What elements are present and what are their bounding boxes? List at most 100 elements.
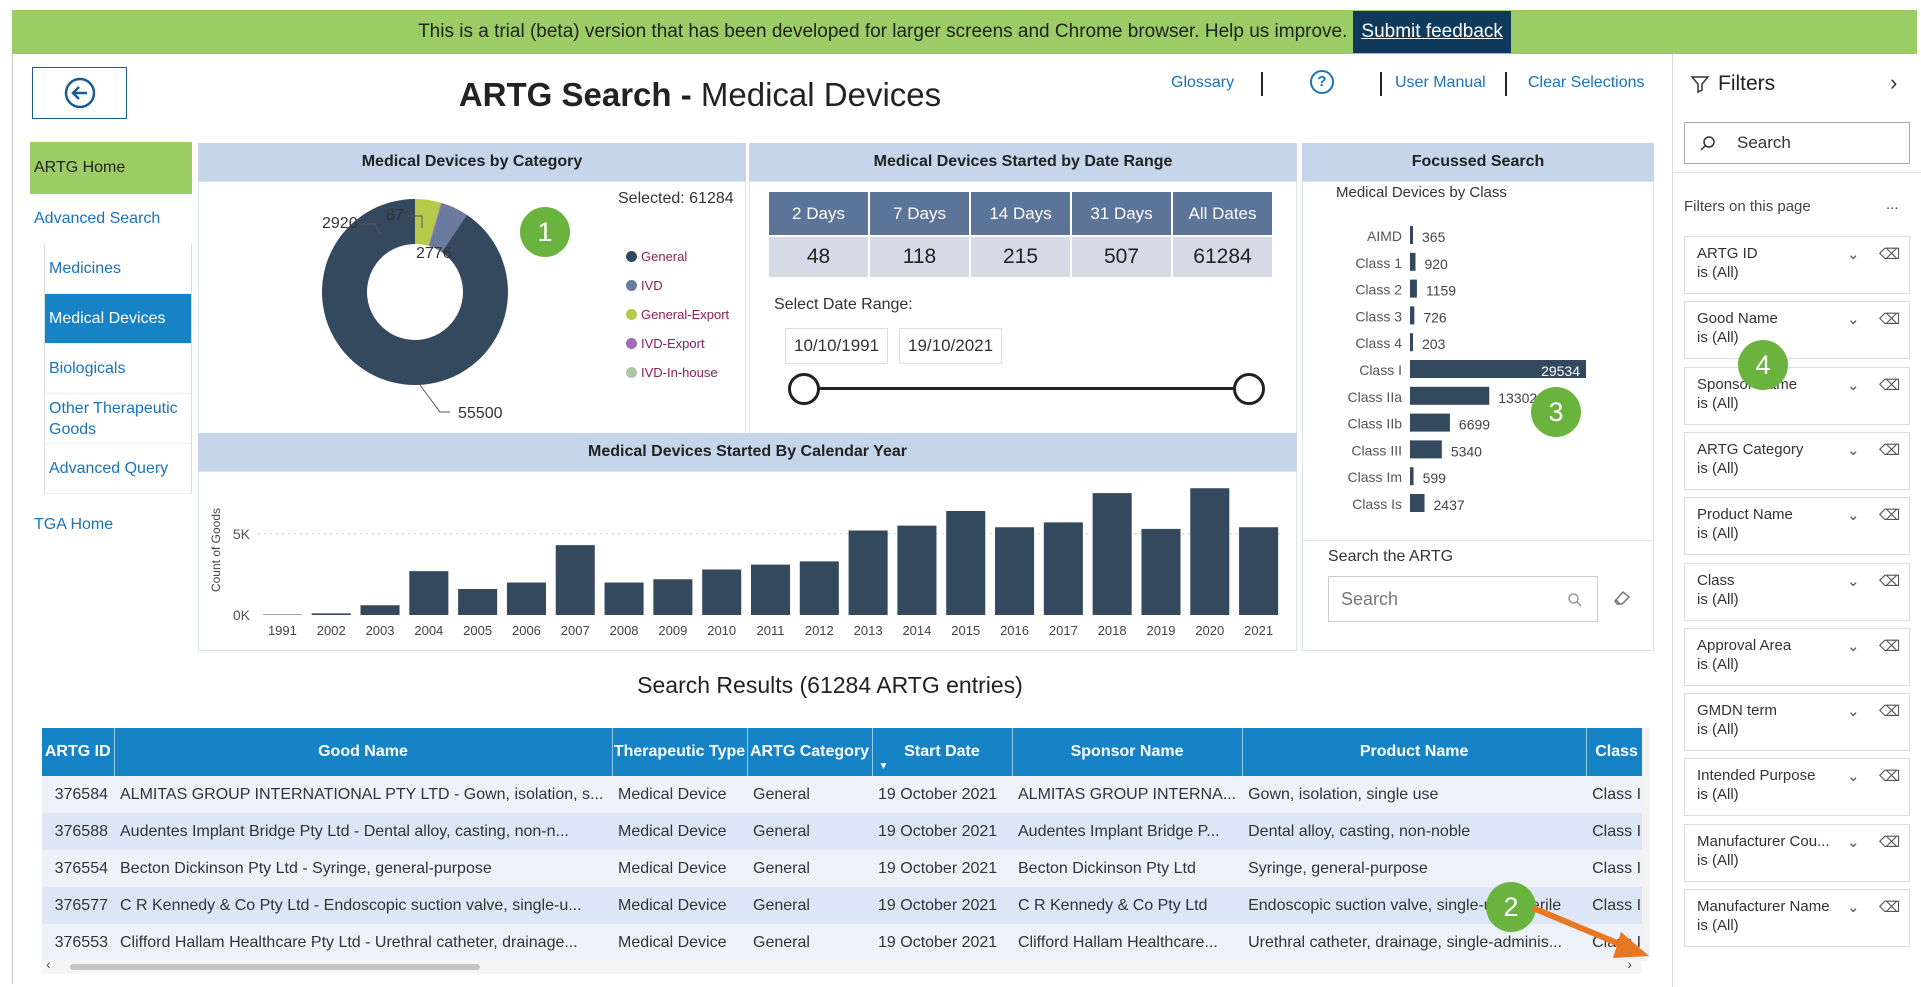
eraser-icon[interactable]: ⌫ [1879,376,1900,394]
table-row[interactable]: 376554 Becton Dickinson Pty Ltd - Syringe… [42,850,1648,887]
eraser-icon[interactable]: ⌫ [1879,441,1900,459]
table-row[interactable]: 376553 Clifford Hallam Healthcare Pty Ltd… [42,924,1648,961]
nav-medicines[interactable]: Medicines [45,244,191,294]
filter-card-manufacturer-name[interactable]: Manufacturer Name is (All) ⌄ ⌫ [1684,889,1910,947]
nav-other-therapeutic-goods[interactable]: Other Therapeutic Goods [45,394,191,444]
scroll-left-icon[interactable]: ‹ [46,956,51,972]
date-header-all-dates[interactable]: All Dates [1173,192,1272,235]
column-header[interactable]: Therapeutic Type [612,728,748,776]
chevron-down-icon[interactable]: ⌄ [1847,833,1860,851]
filter-name: Good Name [1697,310,1778,328]
nav-biologicals[interactable]: Biologicals [45,344,191,394]
eraser-icon[interactable]: ⌫ [1879,637,1900,655]
filter-card-approval-area[interactable]: Approval Area is (All) ⌄ ⌫ [1684,627,1910,686]
column-header[interactable]: ARTG ID [42,728,115,776]
chevron-down-icon[interactable]: ⌄ [1847,637,1860,655]
eraser-icon[interactable]: ⌫ [1879,767,1900,785]
help-icon[interactable]: ? [1310,70,1334,94]
date-header-14-days[interactable]: 14 Days [971,192,1070,235]
nav-tga-home[interactable]: TGA Home [30,500,113,550]
filter-card-gmdn-term[interactable]: GMDN term is (All) ⌄ ⌫ [1684,693,1910,752]
column-header[interactable]: Sponsor Name [1012,728,1243,776]
date-slider-end-handle[interactable] [1233,373,1265,405]
x-tick-label: 2020 [1195,623,1224,638]
date-slider-track[interactable] [803,387,1249,390]
annotation-badge-3: 3 [1531,387,1581,437]
page-title: ARTG Search - Medical Devices [420,76,980,114]
table-cell: Dental alloy, casting, non-noble [1242,813,1587,850]
back-button[interactable] [32,67,127,119]
legend-item-ivd[interactable]: IVD [626,271,729,300]
legend-label: General-Export [641,307,730,322]
filter-card-artg-category[interactable]: ARTG Category is (All) ⌄ ⌫ [1684,431,1910,490]
eraser-icon[interactable]: ⌫ [1879,833,1900,851]
date-from-input[interactable]: 10/10/1991 [785,328,889,364]
filter-card-class[interactable]: Class is (All) ⌄ ⌫ [1684,562,1910,621]
filter-card-artg-id[interactable]: ARTG ID is (All) ⌄ ⌫ [1684,236,1910,294]
horizontal-scrollbar[interactable]: ‹ › [42,956,1642,974]
eraser-icon[interactable]: ⌫ [1879,898,1900,916]
date-panel-title: Medical Devices Started by Date Range [749,143,1297,181]
table-row[interactable]: 376588 Audentes Implant Bridge Pty Ltd - … [42,813,1648,850]
eraser-icon[interactable]: ⌫ [1879,310,1900,328]
legend-item-general[interactable]: General [626,242,729,271]
eraser-icon[interactable] [1612,588,1632,606]
year-bar-2012 [799,561,839,615]
eraser-icon[interactable]: ⌫ [1879,572,1900,590]
chevron-down-icon[interactable]: ⌄ [1847,506,1860,524]
nav-advanced-query[interactable]: Advanced Query [45,444,191,494]
submit-feedback-link[interactable]: Submit feedback [1353,11,1511,53]
class-value: 1159 [1426,283,1456,299]
date-header-31-days[interactable]: 31 Days [1072,192,1171,235]
filter-card-sponsor-name[interactable]: Sponsor Nameis (All)⌄⌫ [1684,366,1910,425]
user-manual-link[interactable]: User Manual [1395,74,1486,92]
filter-card-intended-purpose[interactable]: Intended Purpose is (All) ⌄ ⌫ [1684,758,1910,817]
chevron-down-icon[interactable]: ⌄ [1847,898,1860,916]
eraser-icon[interactable]: ⌫ [1879,506,1900,524]
legend-item-ivd-export[interactable]: IVD-Export [626,329,729,358]
filter-card-manufacturer-cou-[interactable]: Manufacturer Cou... is (All) ⌄ ⌫ [1684,823,1910,882]
horizontal-scrollbar-thumb[interactable] [70,964,480,970]
nav-advanced-search[interactable]: Advanced Search [30,194,192,244]
filter-card-product-name[interactable]: Product Name is (All) ⌄ ⌫ [1684,497,1910,556]
filter-card-good-name[interactable]: Good Name is (All) ⌄ ⌫ [1684,301,1910,360]
column-header[interactable]: ARTG Category [747,728,873,776]
chevron-down-icon[interactable]: ⌄ [1847,245,1860,263]
date-to-input[interactable]: 19/10/2021 [899,328,1003,364]
table-cell: C R Kennedy & Co Pty Ltd [1012,887,1243,924]
column-header[interactable]: Class [1586,728,1648,776]
chevron-down-icon[interactable]: ⌄ [1847,702,1860,720]
date-slider-start-handle[interactable] [788,373,820,405]
chevron-down-icon[interactable]: ⌄ [1847,441,1860,459]
legend-item-general-export[interactable]: General-Export [626,300,729,329]
nav-artg-home[interactable]: ARTG Home [30,142,192,194]
category-donut-chart[interactable]: 55500 2920 2776 87 [300,190,630,430]
year-bar-chart[interactable]: 0K 5K Count of Goods 1991 2002 2003 2004 2005 20… [198,475,1297,650]
legend-item-ivd-in-house[interactable]: IVD-In-house [626,358,729,387]
chevron-down-icon[interactable]: ⌄ [1847,310,1860,328]
column-header[interactable]: Good Name [114,728,613,776]
nav-medical-devices[interactable]: Medical Devices [45,294,191,344]
eraser-icon[interactable]: ⌫ [1879,702,1900,720]
clear-selections-link[interactable]: Clear Selections [1528,74,1645,92]
filter-search-input[interactable]: Search [1684,122,1910,164]
class-bar-class-is [1410,494,1425,512]
glossary-link[interactable]: Glossary [1171,74,1234,92]
collapse-chevron-icon[interactable]: › [1890,70,1897,96]
column-header[interactable]: Product Name [1242,728,1587,776]
table-row[interactable]: 376584 ALMITAS GROUP INTERNATIONAL PTY LT… [42,776,1648,813]
chevron-down-icon[interactable]: ⌄ [1847,572,1860,590]
date-header-2-days[interactable]: 2 Days [769,192,868,235]
artg-search-input[interactable]: Search [1328,576,1598,622]
class-bar-chart[interactable]: AIMD 365 Class 1 920 Class 2 1159 Class 3 726 Cl… [1306,224,1646,529]
chevron-down-icon[interactable]: ⌄ [1847,376,1860,394]
divider [1672,172,1921,173]
column-header[interactable]: Start Date ▼ [872,728,1013,776]
table-row[interactable]: 376577 C R Kennedy & Co Pty Ltd - Endosco… [42,887,1648,924]
more-options-icon[interactable]: ... [1886,196,1899,213]
eraser-icon[interactable]: ⌫ [1879,245,1900,263]
date-header-7-days[interactable]: 7 Days [870,192,969,235]
year-bar-2011 [750,564,791,615]
chevron-down-icon[interactable]: ⌄ [1847,767,1860,785]
category-legend: General IVD General-Export IVD-Export IVD-In… [626,242,729,387]
